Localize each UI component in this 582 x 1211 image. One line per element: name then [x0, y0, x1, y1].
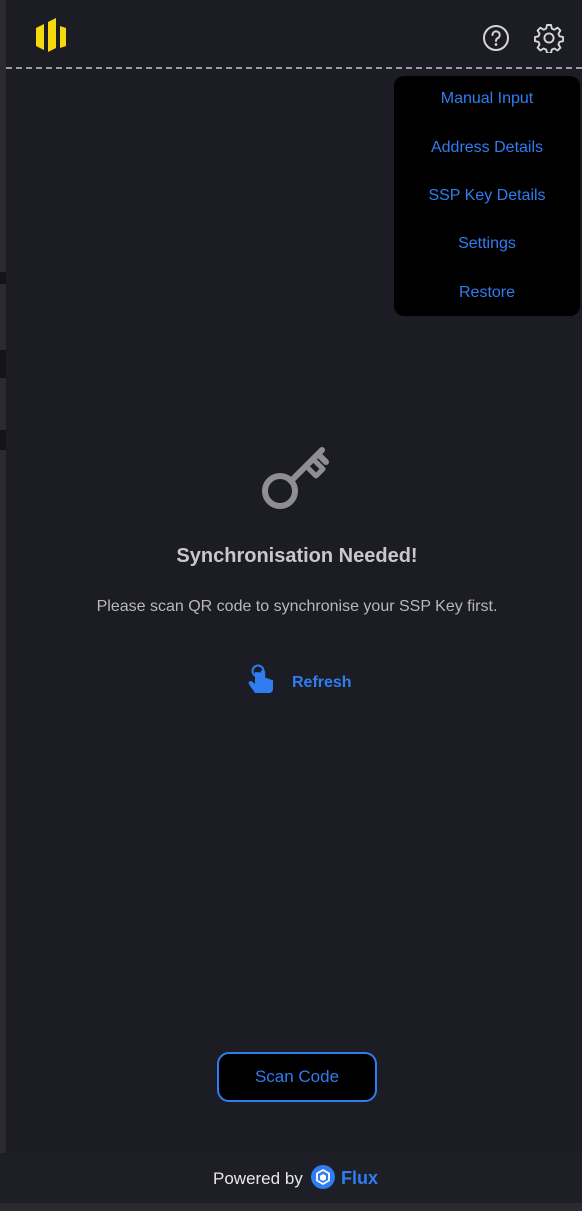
app-header: [0, 0, 582, 70]
flux-icon: [311, 1165, 335, 1189]
help-icon[interactable]: [482, 24, 510, 52]
sync-message: Please scan QR code to synchronise your …: [96, 598, 498, 615]
tap-hand-icon: [248, 664, 273, 693]
menu-item-ssp-key-details[interactable]: SSP Key Details: [394, 187, 580, 205]
flux-ssp-logo: [36, 18, 66, 52]
footer: Powered by Flux: [0, 1153, 582, 1203]
menu-item-manual-input[interactable]: Manual Input: [394, 90, 580, 108]
powered-by-text: Powered by: [213, 1169, 303, 1188]
flux-brand-link[interactable]: Flux: [341, 1168, 378, 1189]
menu-item-settings[interactable]: Settings: [394, 235, 580, 253]
settings-dropdown-menu: Manual Input Address Details SSP Key Det…: [394, 76, 580, 316]
scan-code-button[interactable]: Scan Code: [217, 1052, 377, 1102]
refresh-label: Refresh: [292, 674, 352, 691]
key-icon: [262, 447, 329, 509]
window-bottom-edge: [0, 1203, 582, 1211]
menu-item-restore[interactable]: Restore: [394, 284, 580, 302]
menu-item-address-details[interactable]: Address Details: [394, 139, 580, 157]
gear-icon[interactable]: [534, 23, 564, 53]
sync-title: Synchronisation Needed!: [176, 545, 418, 567]
header-divider: [6, 67, 582, 69]
